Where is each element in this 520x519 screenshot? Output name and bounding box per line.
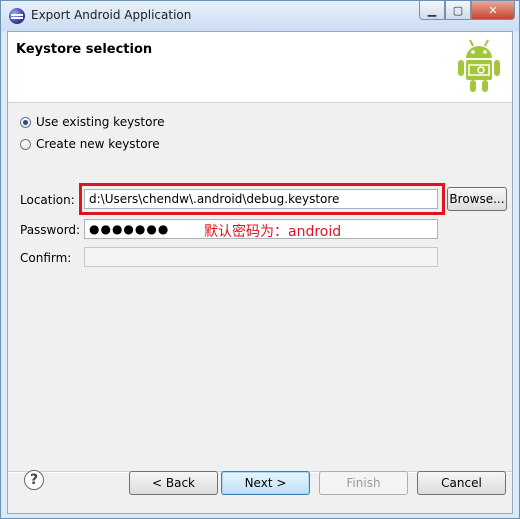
wizard-footer: ? < Back Next > Finish Cancel bbox=[8, 470, 512, 513]
maximize-button[interactable]: ▢ bbox=[445, 1, 471, 20]
location-highlight-box bbox=[79, 183, 445, 215]
minimize-icon: ▁ bbox=[427, 3, 437, 17]
minimize-button[interactable]: ▁ bbox=[419, 1, 445, 20]
android-robot-icon bbox=[458, 39, 500, 92]
close-icon: ✕ bbox=[488, 3, 498, 17]
create-new-radio[interactable] bbox=[20, 138, 31, 150]
browse-button[interactable]: Browse... bbox=[447, 187, 507, 211]
confirm-label: Confirm: bbox=[20, 251, 72, 265]
wizard-banner: Keystore selection bbox=[8, 32, 512, 103]
help-icon[interactable]: ? bbox=[24, 470, 44, 490]
eclipse-icon bbox=[9, 8, 25, 24]
page-title: Keystore selection bbox=[16, 42, 153, 57]
back-button[interactable]: < Back bbox=[129, 471, 218, 495]
cancel-button[interactable]: Cancel bbox=[417, 471, 506, 495]
use-existing-radio[interactable] bbox=[20, 116, 31, 128]
create-new-label: Create new keystore bbox=[36, 137, 160, 151]
window-controls: ▁ ▢ ✕ bbox=[419, 1, 515, 20]
window-title: Export Android Application bbox=[31, 8, 192, 22]
next-button[interactable]: Next > bbox=[221, 471, 310, 495]
location-label: Location: bbox=[20, 193, 75, 207]
close-button[interactable]: ✕ bbox=[471, 1, 515, 20]
use-existing-label: Use existing keystore bbox=[36, 115, 165, 129]
password-annotation: 默认密码为：android bbox=[204, 224, 342, 240]
password-label: Password: bbox=[20, 223, 81, 237]
keystore-form: Use existing keystore Create new keystor… bbox=[8, 103, 512, 473]
maximize-icon: ▢ bbox=[452, 3, 464, 17]
dialog-client: Keystore selection Use existing keystore bbox=[7, 31, 513, 514]
create-new-option[interactable]: Create new keystore bbox=[20, 137, 160, 151]
finish-button[interactable]: Finish bbox=[319, 471, 408, 495]
use-existing-option[interactable]: Use existing keystore bbox=[20, 115, 165, 129]
title-bar[interactable]: Export Android Application ▁ ▢ ✕ bbox=[1, 1, 519, 31]
dialog-window: Export Android Application ▁ ▢ ✕ Keystor… bbox=[0, 0, 520, 519]
confirm-input[interactable] bbox=[84, 247, 438, 267]
